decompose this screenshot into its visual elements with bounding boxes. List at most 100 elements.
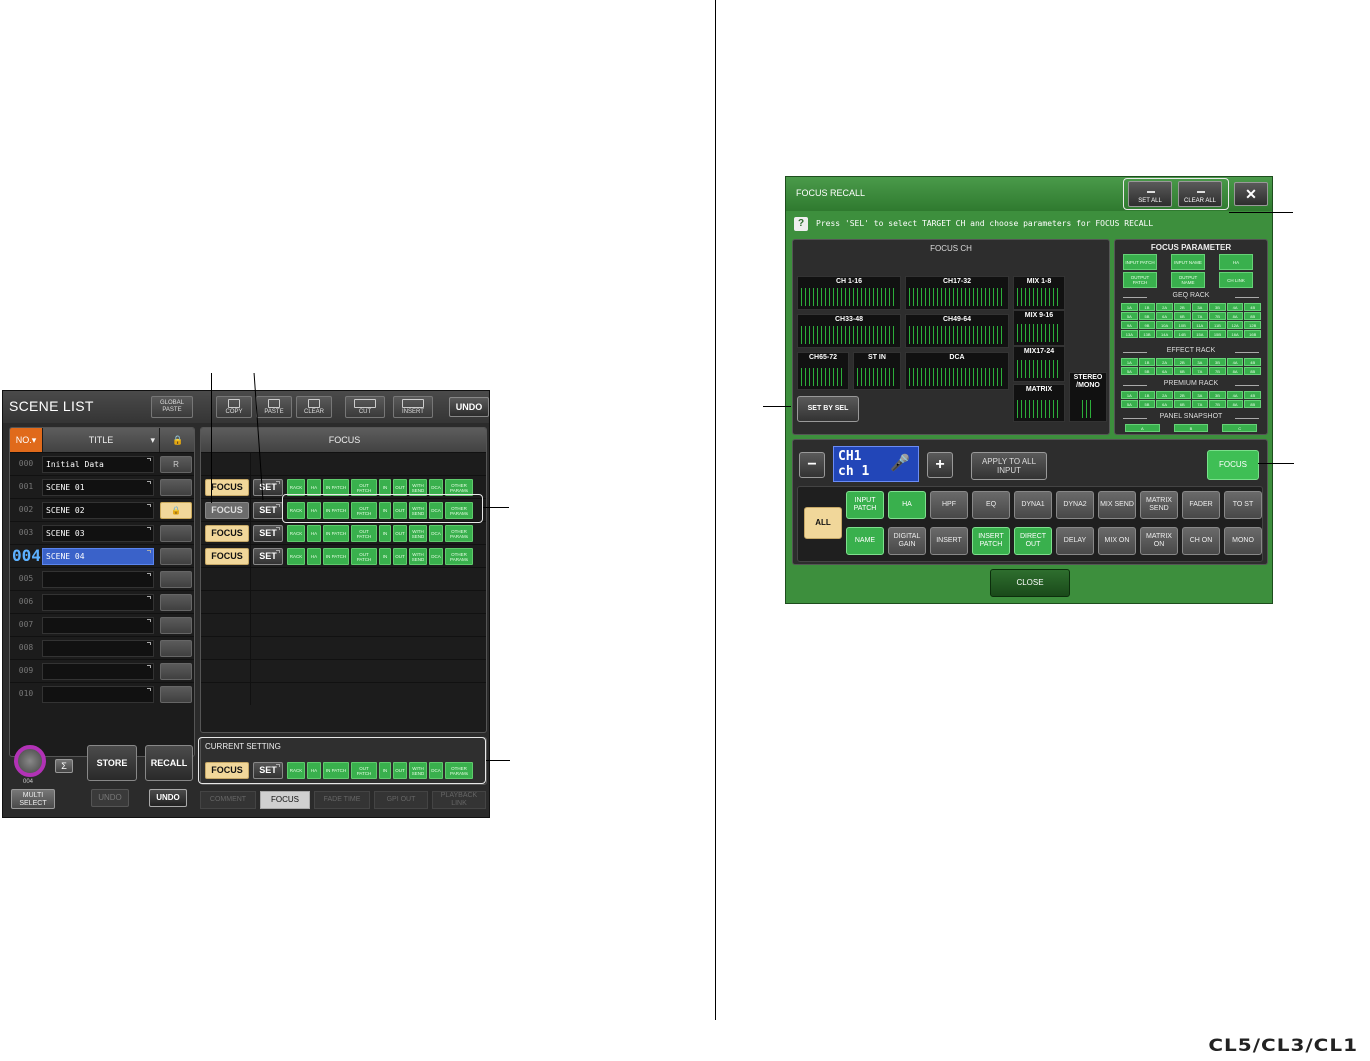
param-toggle-button[interactable]: FADER	[1182, 491, 1220, 519]
param-toggle-button[interactable]: HPF	[930, 491, 968, 519]
store-undo-button[interactable]: UNDO	[91, 789, 129, 807]
param-toggle-button[interactable]: NAME	[846, 527, 884, 555]
premium-toggle[interactable]: 6A	[1156, 400, 1173, 408]
param-toggle-button[interactable]: MIX ON	[1098, 527, 1136, 555]
premium-toggle[interactable]: 1A	[1121, 391, 1138, 399]
param-toggle-button[interactable]: DYNA2	[1056, 491, 1094, 519]
scene-row[interactable]: 004 SCENE 04	[10, 544, 194, 567]
geq-toggle[interactable]: 6A	[1156, 312, 1173, 320]
multi-select-button[interactable]: MULTI SELECT	[11, 789, 55, 809]
param-toggle-button[interactable]: DELAY	[1056, 527, 1094, 555]
param-toggle-button[interactable]: INSERT PATCH	[972, 527, 1010, 555]
effect-toggle[interactable]: 1B	[1138, 358, 1156, 366]
protect-button[interactable]	[160, 571, 192, 588]
protect-button[interactable]	[160, 640, 192, 657]
paste-button[interactable]: PASTE	[256, 396, 292, 418]
scene-row[interactable]: 001 SCENE 01	[10, 475, 194, 498]
geq-toggle[interactable]: 14B	[1173, 330, 1191, 338]
group-mix9-16[interactable]: MIX 9-16	[1013, 310, 1065, 346]
snapshot-toggle[interactable]: B	[1173, 424, 1209, 432]
set-button[interactable]: SET	[253, 479, 283, 496]
tab-focus[interactable]: FOCUS	[260, 791, 310, 809]
scene-title[interactable]: SCENE 04	[42, 548, 154, 565]
param-toggle-button[interactable]: MONO	[1224, 527, 1262, 555]
effect-toggle[interactable]: 6B	[1173, 367, 1191, 375]
geq-toggle[interactable]: 16B	[1244, 330, 1261, 338]
param-toggle-button[interactable]: MATRIX ON	[1140, 527, 1178, 555]
focus-button[interactable]: FOCUS	[205, 548, 249, 565]
param-toggle-button[interactable]: DIRECT OUT	[1014, 527, 1052, 555]
insert-button[interactable]: INSERT	[393, 396, 433, 418]
effect-toggle[interactable]: 8A	[1226, 367, 1244, 375]
group-matrix[interactable]: MATRIX	[1013, 384, 1065, 422]
geq-toggle[interactable]: 15A	[1191, 330, 1209, 338]
prev-channel-button[interactable]: −	[799, 452, 825, 478]
group-mix1-8[interactable]: MIX 1-8	[1013, 276, 1065, 310]
effect-toggle[interactable]: 2B	[1173, 358, 1191, 366]
scene-row[interactable]: 009	[10, 659, 194, 682]
protect-button[interactable]	[160, 525, 192, 542]
param-toggle-button[interactable]: INPUT PATCH	[846, 491, 884, 519]
geq-toggle[interactable]: 12A	[1226, 321, 1244, 329]
geq-toggle[interactable]: 16A	[1226, 330, 1244, 338]
focus-param-button[interactable]: CH LINK	[1219, 272, 1253, 288]
focus-param-button[interactable]: OUTPUT NAME	[1171, 272, 1205, 288]
group-ch49-64[interactable]: CH49-64	[905, 314, 1009, 348]
snapshot-toggle[interactable]: C	[1222, 424, 1257, 432]
geq-toggle[interactable]: 13B	[1138, 330, 1156, 338]
tab-comment[interactable]: COMMENT	[200, 791, 256, 809]
premium-toggle[interactable]: 8A	[1226, 400, 1244, 408]
effect-toggle[interactable]: 3B	[1209, 358, 1226, 366]
geq-toggle[interactable]: 7B	[1209, 312, 1226, 320]
column-header-lock[interactable]: 🔒	[160, 428, 194, 452]
group-ch33-48[interactable]: CH33-48	[797, 314, 901, 348]
geq-toggle[interactable]: 6B	[1173, 312, 1191, 320]
scene-title[interactable]: SCENE 01	[42, 479, 154, 496]
scene-row[interactable]: 008	[10, 636, 194, 659]
geq-toggle[interactable]: 5A	[1121, 312, 1138, 320]
snapshot-toggle[interactable]: A	[1125, 424, 1160, 432]
scene-title[interactable]: Initial Data	[42, 456, 154, 473]
geq-toggle[interactable]: 5B	[1138, 312, 1156, 320]
set-button[interactable]: SET	[253, 525, 283, 542]
scene-row[interactable]: 000 Initial Data R	[10, 452, 194, 475]
scene-row[interactable]: 007	[10, 613, 194, 636]
effect-toggle[interactable]: 7A	[1191, 367, 1209, 375]
geq-toggle[interactable]: 7A	[1191, 312, 1209, 320]
param-toggle-button[interactable]: TO ST	[1224, 491, 1262, 519]
group-mix17-24[interactable]: MIX17-24	[1013, 346, 1065, 382]
geq-toggle[interactable]: 1B	[1138, 303, 1156, 311]
tab-fade-time[interactable]: FADE TIME	[314, 791, 370, 809]
geq-toggle[interactable]: 1A	[1121, 303, 1138, 311]
param-toggle-button[interactable]: INSERT	[930, 527, 968, 555]
premium-toggle[interactable]: 7A	[1191, 400, 1209, 408]
effect-toggle[interactable]: 2A	[1156, 358, 1173, 366]
protect-button[interactable]	[160, 686, 192, 703]
set-button[interactable]: SET	[253, 502, 283, 519]
focus-button[interactable]: FOCUS	[205, 502, 249, 519]
close-icon[interactable]: ✕	[1234, 182, 1268, 206]
effect-toggle[interactable]: 5B	[1138, 367, 1156, 375]
premium-toggle[interactable]: 2B	[1173, 391, 1191, 399]
geq-toggle[interactable]: 3A	[1191, 303, 1209, 311]
param-toggle-button[interactable]: CH ON	[1182, 527, 1220, 555]
premium-toggle[interactable]: 5B	[1138, 400, 1156, 408]
protect-button[interactable]: 🔒	[160, 502, 192, 519]
scene-row[interactable]: 002 SCENE 02 🔒	[10, 498, 194, 521]
scene-title[interactable]: SCENE 02	[42, 502, 154, 519]
param-toggle-button[interactable]: EQ	[972, 491, 1010, 519]
effect-toggle[interactable]: 4B	[1244, 358, 1261, 366]
focus-param-button[interactable]: INPUT PATCH	[1123, 254, 1157, 270]
scene-title[interactable]	[42, 663, 154, 680]
scene-select-knob[interactable]	[14, 745, 46, 777]
close-button[interactable]: CLOSE	[990, 569, 1070, 597]
effect-toggle[interactable]: 3A	[1191, 358, 1209, 366]
column-header-no[interactable]: NO.▾	[10, 428, 42, 452]
sigma-button[interactable]: Σ	[55, 759, 73, 773]
scene-row[interactable]: 006	[10, 590, 194, 613]
geq-toggle[interactable]: 8B	[1244, 312, 1261, 320]
scene-row[interactable]: 010	[10, 682, 194, 705]
geq-toggle[interactable]: 13A	[1121, 330, 1138, 338]
scene-title[interactable]	[42, 594, 154, 611]
scene-title[interactable]: SCENE 03	[42, 525, 154, 542]
